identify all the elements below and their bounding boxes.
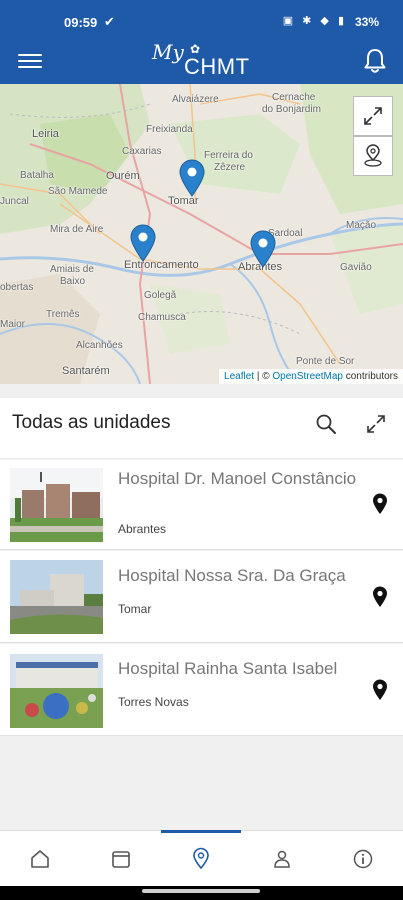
map-pin-torres-novas[interactable] <box>130 224 156 262</box>
location-pin-icon[interactable] <box>370 678 390 702</box>
search-icon[interactable] <box>314 412 338 436</box>
map-pin-abrantes[interactable] <box>250 230 276 268</box>
battery-level: 33% <box>354 15 379 29</box>
list-title: Todas as unidades <box>12 412 171 433</box>
locate-pin-icon <box>364 144 382 167</box>
app-screen: 09:59 ✔ ▣ ✱ ◆ ▮ 33% My ✿ CHMT Alvaiázere… <box>0 0 403 900</box>
home-indicator[interactable] <box>142 889 260 893</box>
map-view[interactable]: Alvaiázere Cernache do Bonjardim Leiria … <box>0 84 403 384</box>
status-bar: 09:59 ✔ ▣ ✱ ◆ ▮ 33% <box>0 0 403 44</box>
expand-icon <box>364 107 382 125</box>
map-label: do Bonjardim <box>262 104 321 115</box>
nav-info[interactable] <box>323 831 403 887</box>
map-label: Ponte de Sor <box>296 356 355 367</box>
attribution-suffix: contributors <box>342 371 398 382</box>
hospital-city: Abrantes <box>118 522 167 536</box>
nav-profile[interactable] <box>242 831 322 887</box>
hospital-name: Hospital Rainha Santa Isabel <box>118 659 338 678</box>
map-label: São Mamede <box>48 186 108 197</box>
app-bar: My ✿ CHMT <box>0 40 403 84</box>
nav-calendar[interactable] <box>81 831 161 887</box>
app-logo: My ✿ CHMT <box>152 40 262 84</box>
map-attribution: Leaflet | © OpenStreetMap contributors <box>219 369 403 384</box>
map-label: Gavião <box>340 262 372 273</box>
osm-link[interactable]: OpenStreetMap <box>272 371 343 382</box>
map-label: Santarém <box>62 365 110 377</box>
bell-icon[interactable] <box>361 46 389 76</box>
map-label: Baixo <box>60 276 86 287</box>
list-item[interactable]: Hospital Dr. Manoel Constâncio Abrantes <box>0 460 403 550</box>
hospital-city: Tomar <box>118 602 152 616</box>
hospital-name: Hospital Nossa Sra. Da Graça <box>118 566 346 585</box>
check-icon: ✔ <box>104 14 115 29</box>
map-label: Mação <box>346 220 377 231</box>
nav-locations[interactable] <box>161 830 241 887</box>
map-label: Alcanhões <box>76 340 123 351</box>
list-item[interactable]: Hospital Rainha Santa Isabel Torres Nova… <box>0 644 403 736</box>
hamburger-icon[interactable] <box>18 50 42 74</box>
map-fullscreen-button[interactable] <box>353 96 393 136</box>
map-label: Ferreira do <box>204 150 253 161</box>
logo-my: My <box>152 40 184 64</box>
home-icon <box>31 850 49 868</box>
hospital-photo <box>10 468 103 542</box>
map-locate-button[interactable] <box>353 136 393 176</box>
attribution-separator: | © <box>254 371 273 382</box>
map-label: Batalha <box>20 170 54 181</box>
status-indicators: ▣ ✱ ◆ ▮ <box>282 15 347 27</box>
calendar-icon <box>112 851 130 868</box>
units-section: Todas as unidades Hospital Dr. Manoel Co… <box>0 384 403 834</box>
map-label: Tremês <box>46 309 80 320</box>
map-label: Juncal <box>0 196 29 207</box>
location-pin-icon[interactable] <box>370 585 390 609</box>
hospital-city: Torres Novas <box>118 695 189 709</box>
hospital-photo <box>10 560 103 634</box>
map-label: Amiais de <box>50 264 94 275</box>
map-label: Maior <box>0 319 26 330</box>
map-label: Cernache <box>272 92 316 103</box>
logo-name: CHMT <box>184 54 250 79</box>
expand-list-icon[interactable] <box>364 412 388 436</box>
map-label: Caxarias <box>122 146 162 157</box>
gesture-bar <box>0 886 403 900</box>
hospital-name: Hospital Dr. Manoel Constâncio <box>118 469 357 488</box>
map-label: Golegã <box>144 290 177 301</box>
nav-home[interactable] <box>0 831 80 887</box>
map-label: Ourém <box>106 170 140 182</box>
map-label: Zêzere <box>214 162 246 173</box>
map-pin-tomar[interactable] <box>179 159 205 197</box>
status-time: 09:59 <box>64 15 98 30</box>
leaflet-link[interactable]: Leaflet <box>224 371 254 382</box>
map-label: Chamusca <box>138 312 186 323</box>
list-item[interactable]: Hospital Nossa Sra. Da Graça Tomar <box>0 551 403 643</box>
profile-icon <box>274 850 290 868</box>
bottom-nav <box>0 830 403 886</box>
map-label: obertas <box>0 282 34 293</box>
location-icon <box>193 847 209 870</box>
map-label: Freixianda <box>146 124 193 135</box>
map-label: Mira de Aire <box>50 224 104 235</box>
hospital-photo <box>10 654 103 728</box>
map-label: Leiria <box>32 128 59 140</box>
info-icon <box>353 849 373 869</box>
map-label: Alvaiázere <box>172 94 219 105</box>
list-header: Todas as unidades <box>0 398 403 458</box>
location-pin-icon[interactable] <box>370 492 390 516</box>
